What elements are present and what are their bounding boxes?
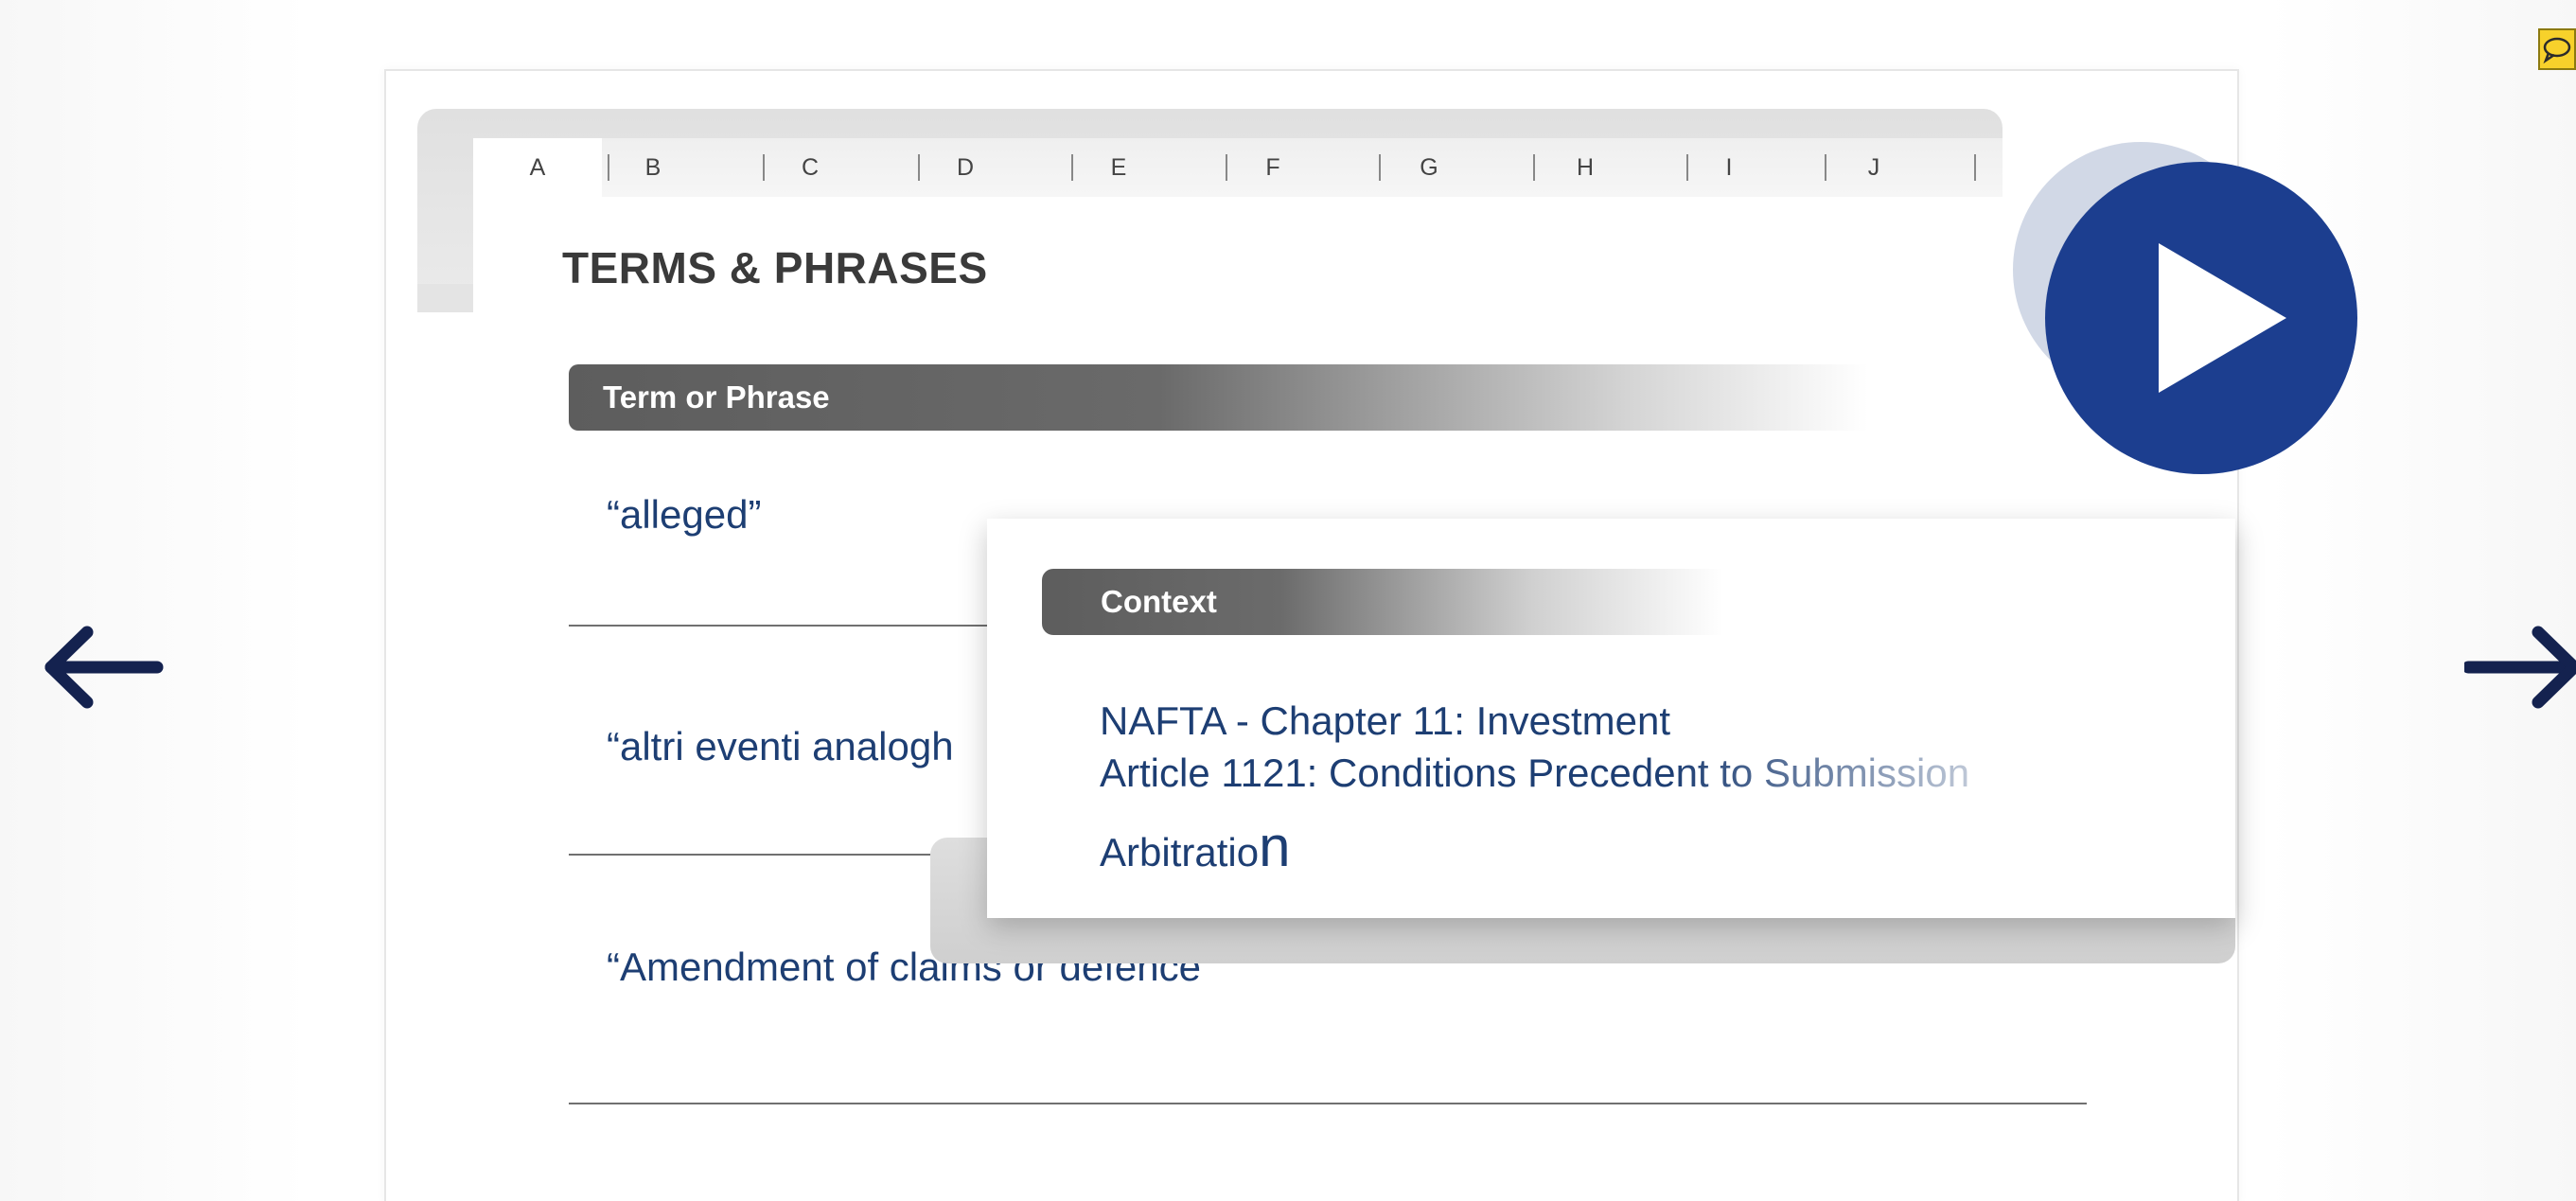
arrow-right-icon[interactable]: [2461, 625, 2576, 710]
tab-letter-a[interactable]: A: [473, 138, 602, 199]
context-line-chapter: NAFTA - Chapter 11: Investment: [1100, 698, 1671, 743]
context-line-arbitration-text: Arbitratio: [1100, 830, 1260, 874]
play-button[interactable]: [2045, 162, 2357, 474]
arrow-left-icon[interactable]: [32, 625, 165, 710]
term-column-header: Term or Phrase: [569, 364, 2045, 431]
context-popup: Context NAFTA - Chapter 11: Investment A…: [987, 519, 2235, 918]
tab-separator: [1379, 154, 1381, 181]
term-divider: [569, 854, 947, 856]
tab-separator: [1686, 154, 1688, 181]
tab-letter-i[interactable]: I: [1696, 138, 1762, 197]
tab-separator: [1071, 154, 1073, 181]
tab-letter-d[interactable]: D: [927, 138, 1003, 197]
term-item[interactable]: “altri eventi analogh: [607, 724, 954, 769]
tab-separator: [1974, 154, 1976, 181]
tab-letter-e[interactable]: E: [1081, 138, 1156, 197]
tab-separator: [1825, 154, 1826, 181]
tab-separator: [763, 154, 765, 181]
term-divider: [569, 625, 1004, 627]
context-line-article: Article 1121: Conditions Precedent to Su…: [1100, 751, 1970, 795]
term-column-header-label: Term or Phrase: [603, 380, 830, 415]
tab-backdrop-corner: [417, 284, 474, 312]
tab-letter-g[interactable]: G: [1388, 138, 1470, 197]
tab-letter-c[interactable]: C: [772, 138, 848, 197]
context-header: Context: [1042, 569, 1723, 635]
context-header-label: Context: [1101, 584, 1217, 619]
play-icon: [2159, 243, 2286, 393]
lesson-stage: A B C D E F G H I J TERMS & PHRASES Term…: [0, 0, 2576, 1201]
letter-tab-bar: A B C D E F G H I J: [473, 138, 2003, 199]
term-divider: [569, 1103, 2087, 1104]
tab-letter-f[interactable]: F: [1235, 138, 1311, 197]
tab-separator: [1533, 154, 1535, 181]
tab-separator: [918, 154, 920, 181]
tab-letter-b[interactable]: B: [615, 138, 691, 197]
page-title: TERMS & PHRASES: [562, 243, 988, 292]
context-line-arbitration: Arbitration: [1100, 814, 1290, 879]
context-line-arbitration-last-letter: n: [1259, 815, 1291, 878]
tab-separator: [608, 154, 609, 181]
tab-separator: [1226, 154, 1227, 181]
term-item[interactable]: “alleged”: [607, 492, 761, 538]
tab-letter-h[interactable]: H: [1544, 138, 1626, 197]
comment-icon[interactable]: [2538, 28, 2576, 70]
tab-letter-j[interactable]: J: [1834, 138, 1914, 197]
